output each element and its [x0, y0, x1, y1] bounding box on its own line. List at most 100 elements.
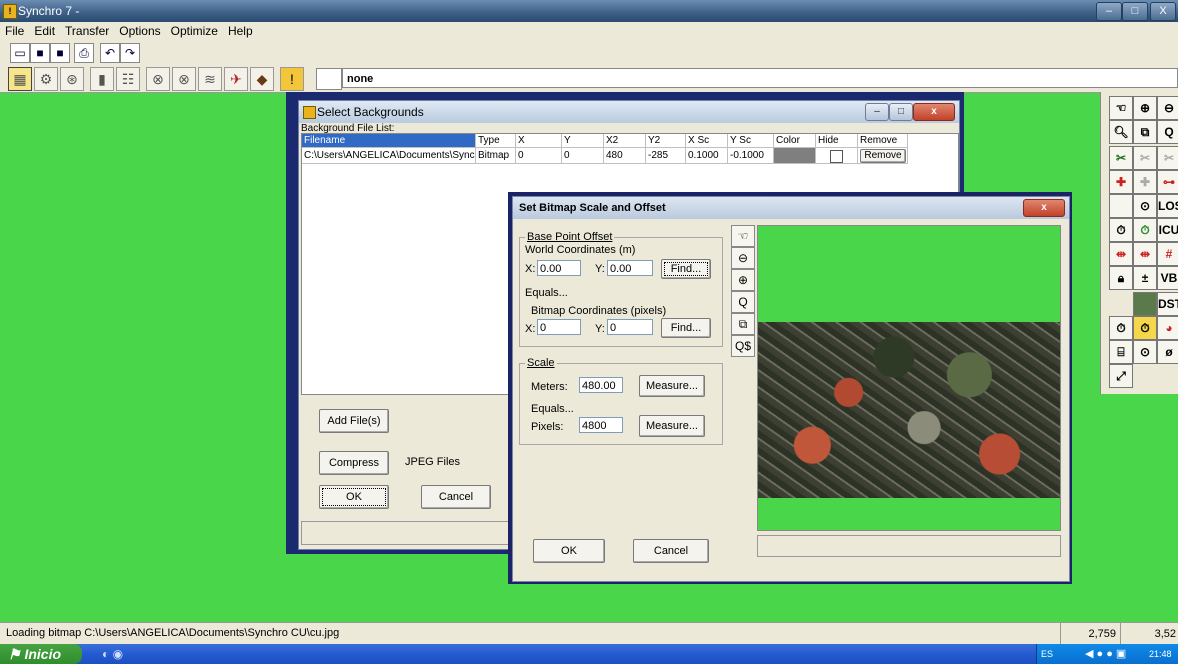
- simulation-settings-icon[interactable]: ⊗: [172, 67, 196, 91]
- delete-node-icon[interactable]: ✂: [1157, 146, 1178, 170]
- map-view-icon[interactable]: ▦: [8, 67, 32, 91]
- close-icon[interactable]: x: [1023, 199, 1065, 217]
- zoom-window-icon[interactable]: ⧉: [731, 313, 755, 335]
- bitmap-cancel-button[interactable]: Cancel: [633, 539, 709, 563]
- remove-row-button[interactable]: Remove: [860, 149, 906, 163]
- menu-help[interactable]: Help: [223, 22, 258, 40]
- pan-hand-icon[interactable]: ☜: [1109, 96, 1133, 120]
- menu-options[interactable]: Options: [114, 22, 165, 40]
- phase-hash-icon[interactable]: #: [1157, 242, 1178, 266]
- diagonal-icon[interactable]: ⤢: [1109, 364, 1133, 388]
- zoom-scale-icon[interactable]: Q: [1157, 120, 1178, 144]
- timing-settings-icon[interactable]: ▮: [90, 67, 114, 91]
- add-link-icon[interactable]: ✂: [1109, 146, 1133, 170]
- maximize-icon[interactable]: □: [889, 103, 913, 121]
- menu-edit[interactable]: Edit: [29, 22, 60, 40]
- delay-icon[interactable]: ⊙: [1133, 194, 1157, 218]
- phi-label[interactable]: ø: [1157, 340, 1178, 364]
- add-files-button[interactable]: Add File(s): [319, 409, 389, 433]
- icu-label[interactable]: ICU: [1157, 218, 1178, 242]
- time-space-icon[interactable]: ≋: [198, 67, 222, 91]
- cancel-button[interactable]: Cancel: [421, 485, 491, 509]
- timer-icon[interactable]: ⏱: [1109, 218, 1133, 242]
- col-x[interactable]: X: [516, 134, 562, 148]
- timer-green-icon[interactable]: ⏱: [1133, 218, 1157, 242]
- menu-file[interactable]: File: [0, 22, 29, 40]
- language-indicator[interactable]: ES: [1041, 644, 1053, 664]
- meters-input[interactable]: 480.00: [579, 377, 623, 393]
- close-button[interactable]: X: [1150, 2, 1176, 21]
- print-icon[interactable]: ⎙: [74, 43, 94, 63]
- cell-x2[interactable]: 480: [604, 148, 646, 164]
- zoom-out-icon[interactable]: ⊖: [731, 247, 755, 269]
- maximize-button[interactable]: □: [1122, 2, 1148, 21]
- cylinder-icon[interactable]: ⌸: [1109, 340, 1133, 364]
- cell-type[interactable]: Bitmap: [476, 148, 516, 164]
- find-world-button[interactable]: Find...: [661, 259, 711, 279]
- col-x-sc[interactable]: X Sc: [686, 134, 728, 148]
- zoom-window-icon[interactable]: ⧉: [1133, 120, 1157, 144]
- hand-icon[interactable]: ☜: [731, 225, 755, 247]
- find-bitmap-button[interactable]: Find...: [661, 318, 711, 338]
- col-y[interactable]: Y: [562, 134, 604, 148]
- lane-settings-icon[interactable]: ⚙: [34, 67, 58, 91]
- col-color[interactable]: Color: [774, 134, 816, 148]
- detector-settings-icon[interactable]: ⊗: [146, 67, 170, 91]
- open-icon[interactable]: ▭: [10, 43, 30, 63]
- col-filename[interactable]: Filename: [302, 134, 476, 148]
- zoom-scale-icon[interactable]: Q$: [731, 335, 755, 357]
- phasing-settings-icon[interactable]: ☷: [116, 67, 140, 91]
- phase-red-icon[interactable]: ⇹: [1109, 242, 1133, 266]
- plus-minus-icon[interactable]: ±: [1133, 266, 1157, 290]
- zoom-icon[interactable]: Q: [731, 291, 755, 313]
- vb-label[interactable]: VB: [1157, 266, 1178, 290]
- redo-icon[interactable]: ↷: [120, 43, 140, 63]
- bitmap-ok-button[interactable]: OK: [533, 539, 605, 563]
- cell-filename[interactable]: C:\Users\ANGELICA\Documents\Synchr: [302, 148, 476, 164]
- menu-transfer[interactable]: Transfer: [60, 22, 114, 40]
- zoom-in-icon[interactable]: ⊕: [731, 269, 755, 291]
- phase-red2-icon[interactable]: ⇹: [1133, 242, 1157, 266]
- zoom-select[interactable]: none: [342, 68, 1178, 88]
- y-world-input[interactable]: 0.00: [607, 260, 653, 276]
- zoom-in-icon[interactable]: ⊕: [1133, 96, 1157, 120]
- minimize-icon[interactable]: –: [865, 103, 889, 121]
- cell-color-swatch[interactable]: [774, 148, 816, 164]
- col-remove[interactable]: Remove: [858, 134, 908, 148]
- tray-icons[interactable]: ◀ ● ● ▣: [1085, 644, 1126, 664]
- zoom-out-icon[interactable]: ⊖: [1157, 96, 1178, 120]
- clock[interactable]: 21:48: [1149, 644, 1172, 664]
- compress-button[interactable]: Compress: [319, 451, 389, 475]
- minimize-button[interactable]: –: [1096, 2, 1122, 21]
- undo-icon[interactable]: ↶: [100, 43, 120, 63]
- delete-link-icon[interactable]: ✂: [1133, 146, 1157, 170]
- los-label[interactable]: LOS: [1157, 194, 1178, 218]
- pixels-input[interactable]: 4800: [579, 417, 623, 433]
- cell-y[interactable]: 0: [562, 148, 604, 164]
- zoom-all-icon[interactable]: 🔍︎: [1109, 120, 1133, 144]
- col-hide[interactable]: Hide: [816, 134, 858, 148]
- volume-settings-icon[interactable]: ⊛: [60, 67, 84, 91]
- cell-x[interactable]: 0: [516, 148, 562, 164]
- timer-small-icon[interactable]: ⏱: [1109, 316, 1133, 340]
- bend-icon[interactable]: ✚: [1133, 170, 1157, 194]
- col-x2[interactable]: X2: [604, 134, 646, 148]
- x-bitmap-input[interactable]: 0: [537, 319, 581, 335]
- hide-checkbox[interactable]: [830, 150, 843, 163]
- cell-y-sc[interactable]: -0.1000: [728, 148, 774, 164]
- ok-button[interactable]: OK: [319, 485, 389, 509]
- timer-yellow-icon[interactable]: ⏱: [1133, 316, 1157, 340]
- lock-icon[interactable]: 🔒︎: [1109, 266, 1133, 290]
- car-icon[interactable]: ⊙: [1133, 340, 1157, 364]
- col-y2[interactable]: Y2: [646, 134, 686, 148]
- col-type[interactable]: Type: [476, 134, 516, 148]
- x-world-input[interactable]: 0.00: [537, 260, 581, 276]
- cell-x-sc[interactable]: 0.1000: [686, 148, 728, 164]
- menu-optimize[interactable]: Optimize: [166, 22, 223, 40]
- node-icon[interactable]: ✚: [1109, 170, 1133, 194]
- warning-icon[interactable]: !: [280, 67, 304, 91]
- measure-meters-button[interactable]: Measure...: [639, 375, 705, 397]
- simtraffic-icon[interactable]: ✈: [224, 67, 248, 91]
- save-as-icon[interactable]: ■: [50, 43, 70, 63]
- pie-icon[interactable]: ◕: [1157, 316, 1178, 340]
